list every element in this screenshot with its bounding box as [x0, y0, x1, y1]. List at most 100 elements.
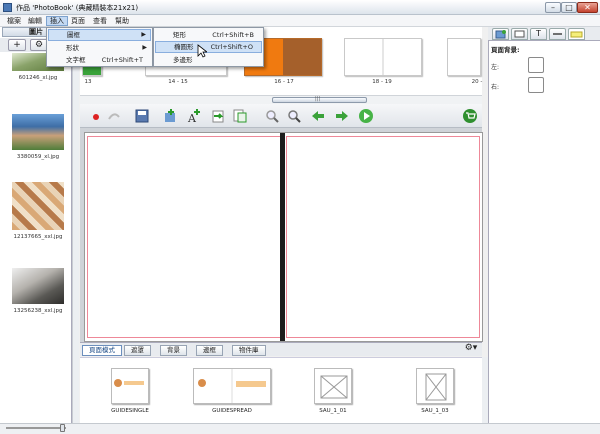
tab-mask[interactable]: 遮罩 [124, 345, 151, 356]
photo-item[interactable]: 13256238_xxl.jpg [12, 268, 64, 314]
menu-item-shape[interactable]: 形狀 ▶ [48, 42, 151, 54]
menu-bar: 檔案 編輯 插入 頁面 查看 幫助 [0, 15, 600, 27]
menu-shortcut: Ctrl+Shift+O [210, 43, 253, 51]
zoom-slider-track[interactable] [6, 427, 66, 429]
export-copy-button[interactable] [232, 108, 248, 124]
menu-insert[interactable]: 插入 [46, 16, 68, 26]
menu-shortcut: Ctrl+Shift+T [101, 56, 143, 64]
placeholder-icon [320, 375, 348, 399]
template-guidespread[interactable] [193, 368, 271, 404]
tab-settings-button[interactable]: ⚙▾ [461, 343, 481, 354]
page-caption: 16 - 17 [274, 79, 294, 85]
menu-help[interactable]: 幫助 [112, 16, 132, 26]
menu-view[interactable]: 查看 [90, 16, 110, 26]
template-guidesingle[interactable] [111, 368, 149, 404]
menu-item-ellipse[interactable]: 橢圓形 Ctrl+Shift+O [155, 41, 262, 53]
page-icon [570, 31, 583, 38]
scroll-grip: ||| [315, 96, 321, 102]
close-button[interactable]: ✕ [577, 2, 598, 13]
line-icon [553, 33, 562, 35]
tab-layers[interactable] [492, 28, 509, 40]
photo-item[interactable]: 3380059_xl.jpg [12, 114, 64, 160]
export-button[interactable] [210, 108, 226, 124]
tab-border[interactable]: 邊框 [196, 345, 223, 356]
menu-item-rectangle[interactable]: 矩形 Ctrl+Shift+B [155, 29, 262, 41]
menu-file[interactable]: 檔案 [4, 16, 24, 26]
right-page-color-swatch[interactable] [528, 77, 544, 93]
template-text [124, 381, 144, 385]
page-thumb-20[interactable] [447, 38, 481, 76]
next-page-button[interactable] [334, 108, 350, 124]
tab-object-library[interactable]: 物件庫 [232, 345, 266, 356]
redo-button[interactable] [106, 108, 122, 124]
photo-caption: 3380059_xl.jpg [16, 154, 60, 160]
page-caption: 18 - 19 [372, 79, 392, 85]
menu-item-polygon[interactable]: 多邊形 [155, 54, 262, 66]
submenu-arrow-icon: ▶ [141, 31, 146, 38]
left-page-color-swatch[interactable] [528, 57, 544, 73]
minimize-button[interactable]: – [545, 2, 561, 13]
properties-panel [488, 27, 600, 423]
maximize-button[interactable]: □ [561, 2, 577, 13]
photo-caption: 601246_xl.jpg [18, 75, 58, 81]
add-text-icon: A [187, 109, 200, 125]
right-label: 右: [491, 84, 500, 91]
scroll-thumb[interactable]: ||| [272, 96, 367, 103]
placeholder-icon [425, 373, 447, 401]
zoom-slider-handle[interactable] [60, 424, 65, 432]
properties-tabs: T [488, 27, 600, 41]
redo-icon [108, 113, 120, 120]
submenu-arrow-icon: ▶ [142, 44, 147, 51]
mouse-cursor-icon [197, 44, 209, 61]
app-icon [3, 3, 12, 12]
template-sau-1-01[interactable] [314, 368, 352, 404]
tab-line[interactable] [549, 28, 566, 40]
photo-thumbnail [12, 182, 64, 230]
play-button[interactable] [358, 108, 374, 124]
bottom-tabs: 頁面模式 遮罩 背景 邊框 物件庫 [80, 342, 482, 356]
photo-panel-scrollbar[interactable] [72, 27, 79, 423]
tab-page-layout[interactable]: 頁面模式 [82, 345, 122, 356]
template-caption: GUIDESPREAD [212, 408, 252, 414]
save-button[interactable] [134, 108, 150, 124]
tab-text[interactable]: T [530, 28, 547, 40]
record-button[interactable] [88, 108, 104, 124]
menu-item-label: 文字框 [66, 56, 86, 64]
add-text-button[interactable]: A [186, 108, 202, 125]
cart-icon [463, 109, 477, 123]
tab-page-background[interactable] [568, 28, 585, 40]
frame-icon [514, 30, 525, 38]
zoom-out-button[interactable] [264, 108, 280, 124]
frame-submenu: 矩形 Ctrl+Shift+B 橢圓形 Ctrl+Shift+O 多邊形 [153, 27, 264, 67]
add-image-button[interactable] [162, 108, 178, 124]
insert-menu: 圖框 ▶ 形狀 ▶ 文字框 Ctrl+Shift+T [46, 27, 153, 67]
template-caption: SAU_1_01 [319, 408, 347, 414]
tab-frame[interactable] [511, 28, 528, 40]
status-bar [0, 423, 600, 434]
save-icon [135, 109, 149, 123]
zoom-out-icon [266, 110, 279, 123]
layers-icon [495, 30, 506, 39]
menu-page[interactable]: 頁面 [68, 16, 88, 26]
cart-button[interactable] [462, 108, 478, 124]
zoom-in-button[interactable] [286, 108, 302, 124]
gear-icon: ⚙▾ [464, 343, 478, 353]
menu-item-textbox[interactable]: 文字框 Ctrl+Shift+T [48, 54, 151, 66]
prev-page-button[interactable] [310, 108, 326, 124]
template-sau-1-03[interactable] [416, 368, 454, 404]
menu-item-label: 多邊形 [173, 56, 193, 64]
menu-item-label: 矩形 [173, 31, 186, 39]
tab-background[interactable]: 背景 [160, 345, 187, 356]
page-caption: 14 - 15 [168, 79, 188, 85]
menu-shortcut: Ctrl+Shift+B [212, 31, 254, 39]
page-thumb-18-19[interactable] [344, 38, 422, 76]
photo-item[interactable]: 12137665_xxl.jpg [12, 182, 64, 240]
add-photo-button[interactable]: + [8, 39, 26, 51]
template-caption: GUIDESINGLE [111, 408, 149, 414]
add-image-icon [165, 109, 175, 122]
menu-item-frame[interactable]: 圖框 ▶ [48, 29, 151, 41]
menu-edit[interactable]: 編輯 [25, 16, 45, 26]
photo-caption: 13256238_xxl.jpg [13, 308, 63, 314]
play-icon [359, 109, 373, 123]
page-strip-scrollbar[interactable]: ||| [80, 95, 482, 104]
